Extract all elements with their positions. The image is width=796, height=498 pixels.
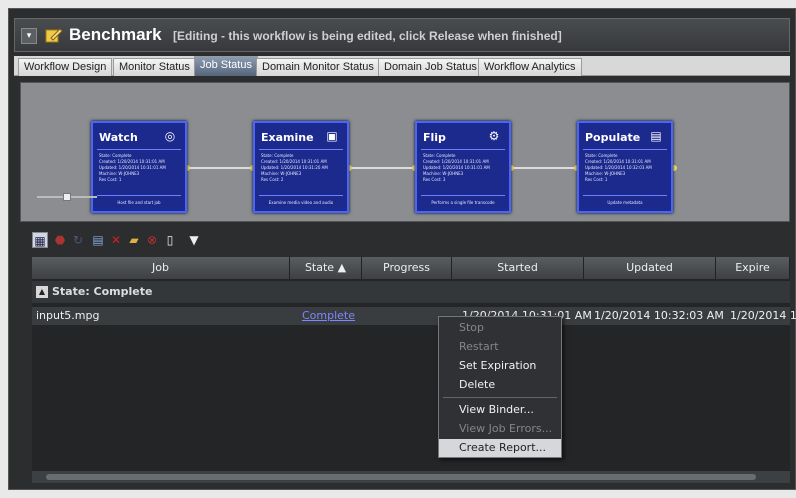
tab-monitor-status[interactable]: Monitor Status bbox=[113, 58, 196, 76]
examine-icon: ▣ bbox=[326, 129, 338, 143]
tab-bar: Workflow Design Monitor Status Job Statu… bbox=[14, 56, 790, 76]
workflow-canvas[interactable]: Watch ◎ State: Complete Created: 1/20/20… bbox=[20, 82, 790, 222]
node-title: Flip bbox=[423, 131, 446, 144]
horizontal-scrollbar[interactable] bbox=[32, 471, 790, 483]
workflow-node-watch[interactable]: Watch ◎ State: Complete Created: 1/20/20… bbox=[91, 121, 187, 213]
filter-icon[interactable]: ▼ bbox=[186, 232, 202, 248]
column-header-job[interactable]: Job bbox=[32, 257, 290, 279]
editing-status: [Editing - this workflow is being edited… bbox=[173, 29, 562, 43]
scrollbar-thumb[interactable] bbox=[46, 474, 756, 480]
zoom-slider[interactable] bbox=[37, 193, 97, 201]
connector-line bbox=[349, 167, 415, 169]
menu-item-stop[interactable]: Stop bbox=[439, 319, 561, 337]
binder-icon[interactable]: ▰ bbox=[126, 232, 142, 248]
tab-workflow-design[interactable]: Workflow Design bbox=[18, 58, 113, 76]
node-res-cost: Res Cost: 1 bbox=[99, 177, 122, 182]
column-header-state[interactable]: State ▲ bbox=[290, 257, 362, 279]
cell-updated: 1/20/2014 10:32:03 AM bbox=[594, 309, 724, 322]
node-res-cost: Res Cost: 2 bbox=[261, 177, 284, 182]
play-circle-icon: ◎ bbox=[164, 129, 176, 143]
node-res-cost: Res Cost: 3 bbox=[423, 177, 446, 182]
group-header-row[interactable]: ▲ State: Complete bbox=[32, 281, 790, 303]
menu-item-set-expiration[interactable]: Set Expiration bbox=[439, 357, 561, 375]
menu-item-create-report[interactable]: Create Report... bbox=[439, 439, 561, 457]
column-header-progress[interactable]: Progress bbox=[362, 257, 452, 279]
tab-domain-monitor-status[interactable]: Domain Monitor Status bbox=[256, 58, 380, 76]
connector-line bbox=[511, 167, 577, 169]
menu-separator bbox=[443, 397, 557, 398]
menu-item-restart[interactable]: Restart bbox=[439, 338, 561, 356]
node-description: Examine media video and audio bbox=[259, 195, 343, 205]
workflow-node-flip[interactable]: Flip ⚙ State: Complete Created: 1/20/201… bbox=[415, 121, 511, 213]
node-title: Watch bbox=[99, 131, 138, 144]
node-description: Update metadata bbox=[583, 195, 667, 205]
error-icon[interactable]: ⊗ bbox=[144, 232, 160, 248]
collapse-group-icon[interactable]: ▲ bbox=[36, 286, 48, 298]
workflow-node-examine[interactable]: Examine ▣ State: Complete Created: 1/20/… bbox=[253, 121, 349, 213]
group-label: State: Complete bbox=[52, 285, 153, 298]
node-title: Populate bbox=[585, 131, 641, 144]
menu-item-view-job-errors[interactable]: View Job Errors... bbox=[439, 420, 561, 438]
grid-icon[interactable]: ▦ bbox=[32, 232, 48, 248]
populate-icon: ▤ bbox=[650, 129, 662, 143]
connector-line bbox=[187, 167, 253, 169]
zoom-slider-thumb[interactable] bbox=[63, 193, 71, 201]
node-res-cost: Res Cost: 1 bbox=[585, 177, 608, 182]
tab-domain-job-status[interactable]: Domain Job Status bbox=[378, 58, 483, 76]
node-title: Examine bbox=[261, 131, 314, 144]
workflow-node-populate[interactable]: Populate ▤ State: Complete Created: 1/20… bbox=[577, 121, 673, 213]
cell-state[interactable]: Complete bbox=[302, 309, 355, 322]
column-header-started[interactable]: Started bbox=[452, 257, 584, 279]
list-icon[interactable]: ▤ bbox=[90, 232, 106, 248]
cell-expires: 1/20/2014 11:3 bbox=[730, 309, 796, 322]
tab-job-status[interactable]: Job Status bbox=[194, 56, 258, 76]
title-bar: ▾ Benchmark [Editing - this workflow is … bbox=[14, 18, 790, 52]
report-icon[interactable]: ▯ bbox=[162, 232, 178, 248]
tab-workflow-analytics[interactable]: Workflow Analytics bbox=[478, 58, 582, 76]
column-header-updated[interactable]: Updated bbox=[584, 257, 716, 279]
menu-item-delete[interactable]: Delete bbox=[439, 376, 561, 394]
workflow-title: Benchmark bbox=[69, 25, 162, 44]
cell-job: input5.mpg bbox=[36, 309, 100, 322]
context-menu: Stop Restart Set Expiration Delete View … bbox=[438, 316, 562, 458]
node-description: Host file and start job bbox=[97, 195, 181, 205]
gear-icon: ⚙ bbox=[488, 129, 500, 143]
collapse-chevron-button[interactable]: ▾ bbox=[21, 28, 37, 44]
node-description: Performs a single file transcode bbox=[421, 195, 505, 205]
delete-icon[interactable]: ✕ bbox=[108, 232, 124, 248]
job-toolbar: ▦ ⬣ ↻ ▤ ✕ ▰ ⊗ ▯ ▼ bbox=[28, 230, 328, 252]
stop-icon[interactable]: ⬣ bbox=[52, 232, 68, 248]
edit-pencil-icon bbox=[45, 28, 63, 43]
restart-icon[interactable]: ↻ bbox=[70, 232, 86, 248]
menu-item-view-binder[interactable]: View Binder... bbox=[439, 401, 561, 419]
job-grid: Job State ▲ Progress Started Updated Exp… bbox=[32, 257, 796, 483]
column-header-expires[interactable]: Expire bbox=[716, 257, 790, 279]
table-row[interactable]: input5.mpg Complete 1/20/2014 10:31:01 A… bbox=[32, 307, 796, 325]
